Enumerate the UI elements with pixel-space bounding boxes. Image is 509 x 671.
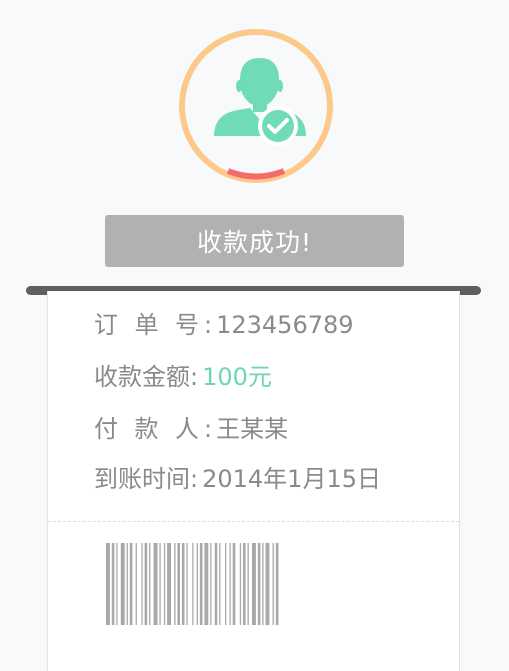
barcode-bar xyxy=(116,543,118,625)
label-char: 款 xyxy=(134,415,159,443)
barcode-bar xyxy=(204,543,209,625)
order-number-label: 订 单 号 xyxy=(94,305,199,340)
barcode-bar xyxy=(257,543,261,625)
barcode-bar xyxy=(111,543,115,625)
barcode-bar xyxy=(141,543,143,625)
label-char: 单 xyxy=(134,311,159,339)
barcode-bar xyxy=(159,543,161,625)
label-char: 人 xyxy=(175,415,199,443)
barcode-bar xyxy=(186,543,188,625)
barcode-bar xyxy=(181,543,185,625)
avatar-status-ring xyxy=(178,28,334,184)
dashed-divider xyxy=(48,521,459,522)
barcode-icon xyxy=(106,543,402,625)
order-number-value: 123456789 xyxy=(216,311,354,339)
separator: : xyxy=(190,465,199,493)
barcode-bar xyxy=(144,543,148,625)
barcode-bar xyxy=(225,543,227,625)
barcode-bar xyxy=(196,543,198,625)
amount-value: 100元 xyxy=(202,363,272,391)
barcode-bar xyxy=(192,543,194,625)
barcode-bar xyxy=(247,543,249,625)
separator: : xyxy=(190,363,199,391)
barcode-bar xyxy=(126,543,128,625)
barcode-bar xyxy=(239,543,242,625)
payer-value: 王某某 xyxy=(216,415,289,443)
barcode-bar xyxy=(174,543,176,625)
barcode-bar xyxy=(163,543,166,625)
label-char: 付 xyxy=(94,415,118,443)
barcode-bar xyxy=(129,543,133,625)
barcode-bar xyxy=(106,543,110,625)
barcode-bar xyxy=(120,543,125,625)
barcode-bar xyxy=(272,543,274,625)
status-title: 收款成功! xyxy=(105,215,404,267)
barcode-bar xyxy=(262,543,264,625)
barcode-bar xyxy=(265,543,270,625)
separator: : xyxy=(204,415,213,443)
barcode-bar xyxy=(232,543,236,625)
label-char: 订 xyxy=(94,311,118,339)
order-number-row: 订 单 号 : 123456789 xyxy=(94,305,354,340)
user-check-icon xyxy=(214,58,306,146)
separator: : xyxy=(204,311,213,339)
barcode-bar xyxy=(210,543,212,625)
barcode-bar xyxy=(149,543,151,625)
amount-label: 收款金额 xyxy=(94,363,190,391)
barcode-bar xyxy=(219,543,221,625)
time-value: 2014年1月15日 xyxy=(202,465,381,493)
barcode-bar xyxy=(214,543,218,625)
barcode-bar xyxy=(177,543,180,625)
time-row: 到账时间 : 2014年1月15日 xyxy=(94,459,381,494)
barcode-bar xyxy=(243,543,246,625)
amount-row: 收款金额 : 100元 xyxy=(94,357,272,392)
receipt-card: 订 单 号 : 123456789 收款金额 : 100元 付 款 人 : 王某… xyxy=(47,291,460,671)
barcode-bar xyxy=(275,543,279,625)
label-char: 号 xyxy=(175,311,199,339)
barcode-bar xyxy=(252,543,256,625)
barcode-bar xyxy=(199,543,203,625)
barcode-bar xyxy=(153,543,158,625)
barcode-bar xyxy=(229,543,231,625)
payer-row: 付 款 人 : 王某某 xyxy=(94,409,288,444)
time-label: 到账时间 xyxy=(94,465,190,493)
payer-label: 付 款 人 xyxy=(94,409,199,444)
barcode-bar xyxy=(135,543,137,625)
barcode-bar xyxy=(167,543,171,625)
